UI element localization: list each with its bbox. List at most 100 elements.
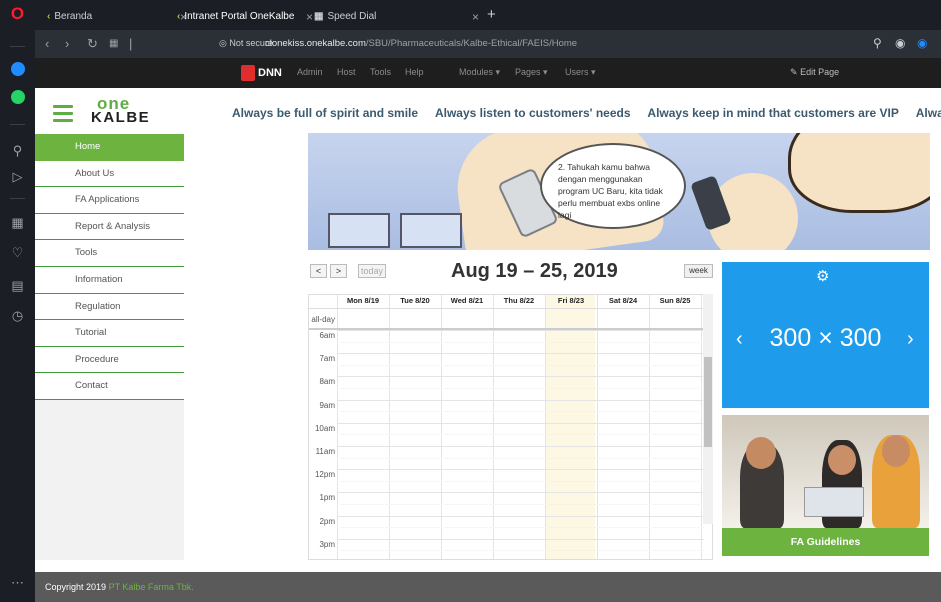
hamburger-menu-icon[interactable] [53,105,73,126]
all-day-row: all-day [309,308,712,330]
menu-item-regulation[interactable]: Regulation [35,293,184,321]
url-field[interactable]: clonekiss.onekalbe.com/SBU/Pharmaceutica… [265,38,577,49]
grid-column-line [493,295,494,559]
tab-beranda[interactable]: ‹ Beranda × [47,8,187,28]
time-slot-line [337,538,704,540]
time-slot-label: 9am [319,400,335,410]
fa-guidelines-button[interactable]: FA Guidelines [722,528,929,556]
vpn-shield-icon[interactable]: ◉ [917,36,927,50]
heart-icon[interactable]: ♡ [0,245,35,261]
day-header: Mon 8/19 [346,296,380,305]
menu-item-information[interactable]: Information [35,266,184,294]
news-icon[interactable]: ▤ [0,278,35,294]
values-marquee: Always be full of spirit and smile Alway… [232,106,941,120]
grid-column-line [441,295,442,559]
onekalbe-logo[interactable]: one KALBE [91,95,150,125]
dnn-admin-menu[interactable]: Admin [297,67,323,77]
speed-dial-icon[interactable]: ▦ [0,215,35,231]
dnn-users-menu[interactable]: Users ▾ [565,67,596,78]
sidebar-divider [10,124,25,125]
guidelines-photo[interactable] [722,415,929,528]
day-header-row: Mon 8/19 Tue 8/20 Wed 8/21 Thu 8/22 Fri 8/23… [337,295,712,309]
time-slot-label: 7am [319,354,335,364]
menu-item-procedure[interactable]: Procedure [35,346,184,374]
close-tab-icon[interactable]: × [306,8,313,26]
speed-dial-favicon-icon: ▦ [314,11,324,22]
half-hour-line [337,480,704,482]
ad-slider[interactable]: ⚙ ‹ 300 × 300 › [722,262,929,408]
current-day-column [545,295,595,559]
day-header: Wed 8/21 [450,296,484,305]
grid-column-line [649,295,650,559]
laptop-illustration [804,487,864,517]
close-tab-icon[interactable]: × [472,8,479,26]
comic-banner[interactable]: 2. Tahukah kamu bahwa dengan menggunakan… [308,133,930,250]
menu-item-contact[interactable]: Contact [35,373,184,400]
character-illustration [788,133,930,213]
calendar-scrollbar[interactable] [703,294,713,524]
grid-column-line [545,295,546,559]
time-slot-line [337,330,704,331]
tab-intranet-portal[interactable]: ‹ Intranet Portal OneKalbe × [177,8,313,28]
half-hour-line [337,411,704,413]
messenger-icon[interactable] [0,62,35,80]
footer: Copyright 2019 PT Kalbe Farma Tbk. [35,572,941,602]
back-icon[interactable]: ‹ [45,36,49,51]
time-slot-label: 2pm [319,516,335,526]
menu-item-fa-applications[interactable]: FA Applications [35,187,184,214]
sidebar-divider [10,46,25,47]
new-tab-button[interactable]: + [487,6,496,23]
gear-icon[interactable]: ⚙ [816,267,829,285]
day-header: Fri 8/23 [557,296,585,305]
whatsapp-icon[interactable] [0,90,35,108]
dnn-help-menu[interactable]: Help [405,67,424,77]
company-link[interactable]: PT Kalbe Farma Tbk. [109,582,194,592]
more-icon[interactable]: ⋯ [0,575,35,591]
grid-column-line [337,295,338,559]
day-header: Sun 8/25 [659,296,691,305]
banner-thumbnail[interactable] [400,213,462,248]
half-hour-line [337,504,704,505]
menu-item-tools[interactable]: Tools [35,240,184,267]
calendar-prev-button[interactable]: < [310,264,327,278]
send-icon[interactable]: ▷ [0,169,35,185]
calendar-week-button[interactable]: week [684,264,713,278]
search-icon[interactable]: ⚲ [0,143,35,159]
half-hour-line [337,457,704,459]
time-slot-line [337,376,704,378]
calendar-today-button[interactable]: today [358,264,386,278]
sidebar-divider [10,198,25,199]
tab-speed-dial[interactable]: ▦ Speed Dial × [314,8,479,28]
dnn-pages-menu[interactable]: Pages ▾ [515,67,548,78]
time-slot-line [337,446,704,447]
time-slot-line [337,492,704,494]
edit-page-button[interactable]: ✎ Edit Page [790,67,839,78]
dnn-tools-menu[interactable]: Tools [370,67,391,77]
tabs-grid-icon[interactable]: ▦ [109,38,118,49]
banner-thumbnail[interactable] [328,213,390,248]
search-icon[interactable]: ⚲ [873,36,882,50]
dnn-logo[interactable]: DNN [241,64,282,82]
ad-placeholder-text: 300 × 300 [769,324,882,352]
week-calendar: < > today Aug 19 – 25, 2019 week Mon 8/1… [308,258,713,560]
menu-item-about-us[interactable]: About Us [35,160,184,188]
opera-logo-icon[interactable]: O [0,5,35,22]
camera-icon[interactable]: ◉ [895,36,905,50]
history-icon[interactable]: ◷ [0,308,35,324]
time-slot-label: 12pm [314,470,335,480]
dnn-modules-menu[interactable]: Modules ▾ [459,67,500,78]
forward-icon[interactable]: › [65,36,69,51]
reload-icon[interactable]: ↻ [87,36,98,52]
menu-item-home[interactable]: Home [35,134,184,161]
pencil-icon: ✎ [790,67,798,77]
slider-next-icon[interactable]: › [907,328,914,351]
browser-sidebar: O ⚲ ▷ ▦ ♡ ▤ ◷ ⋯ [0,0,35,602]
half-hour-line [337,550,704,552]
dnn-host-menu[interactable]: Host [337,67,356,77]
calendar-next-button[interactable]: > [330,264,347,278]
menu-item-tutorial[interactable]: Tutorial [35,320,184,347]
side-navigation: Home About Us FA Applications Report & A… [35,134,184,560]
calendar-grid[interactable]: Mon 8/19 Tue 8/20 Wed 8/21 Thu 8/22 Fri 8/23… [308,294,713,560]
grid-column-line [389,295,390,559]
menu-item-report-analysis[interactable]: Report & Analysis [35,213,184,241]
